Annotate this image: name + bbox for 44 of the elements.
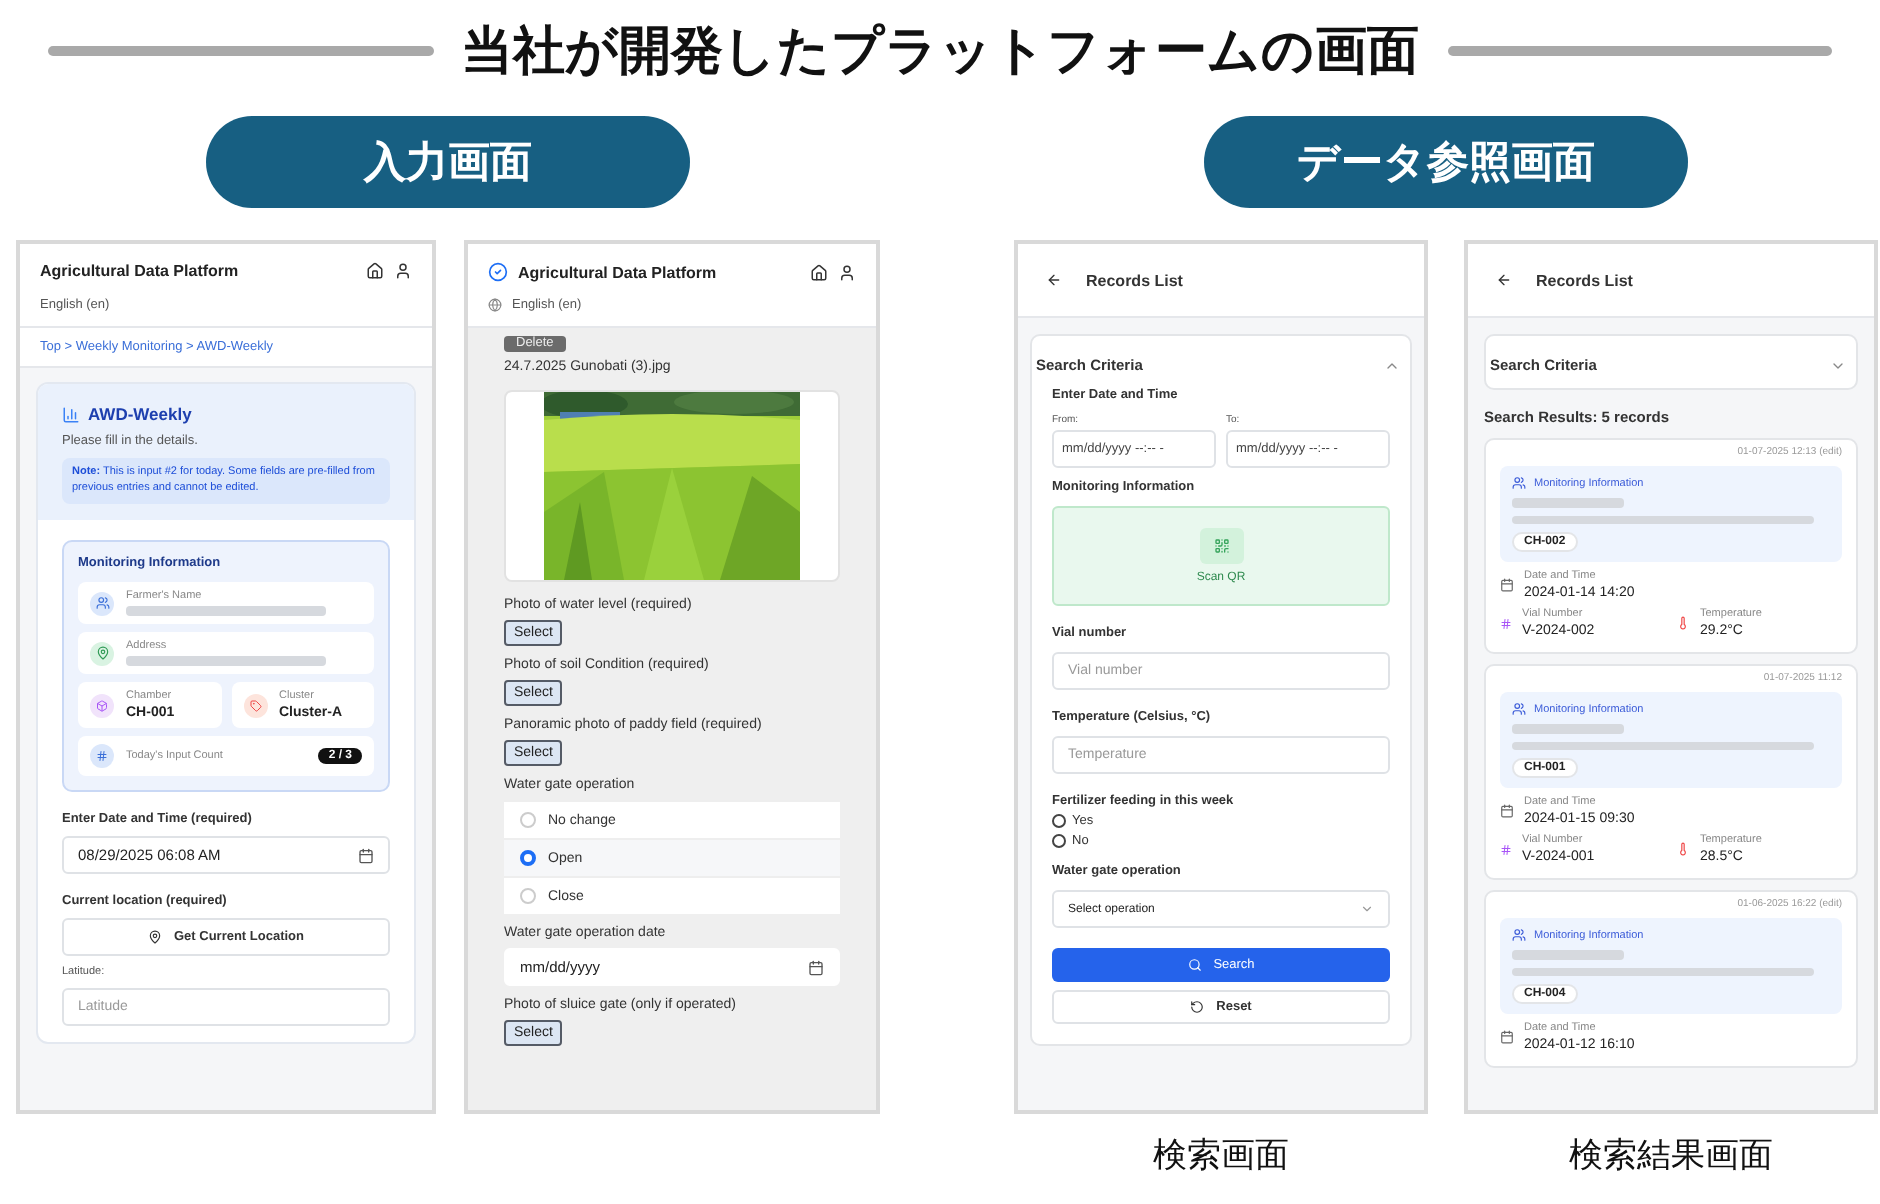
calendar-icon <box>1500 804 1514 818</box>
globe-icon <box>488 298 502 312</box>
pin-icon <box>95 646 109 661</box>
page-title: Records List <box>1536 271 1633 289</box>
blurred-text <box>1512 950 1624 960</box>
chart-icon <box>62 405 80 423</box>
section-label: データ参照画面 <box>1204 116 1688 208</box>
screen-caption: 検索画面 <box>1153 1133 1289 1177</box>
people-icon <box>1512 702 1526 716</box>
people-icon <box>95 596 109 611</box>
form-title: AWD-Weekly <box>62 404 390 424</box>
thermometer-icon <box>1676 616 1690 630</box>
back-icon <box>1046 272 1062 288</box>
app-title: Agricultural Data Platform <box>40 262 241 280</box>
section-label: 入力画面 <box>206 116 690 208</box>
calendar-icon <box>1500 1030 1514 1044</box>
hash-icon <box>1500 617 1512 629</box>
blurred-text <box>1512 498 1624 508</box>
calendar-icon <box>808 959 824 975</box>
home-icon <box>366 262 384 280</box>
reset-icon <box>1190 1000 1205 1014</box>
page-title: Records List <box>1086 271 1183 289</box>
home-icon <box>810 263 828 281</box>
app-title: Agricultural Data Platform <box>518 263 719 281</box>
calendar-icon <box>1500 578 1514 592</box>
page-title: 当社が開発したプラットフォームの画面 <box>461 17 1419 83</box>
qr-icon <box>1213 538 1229 554</box>
back-icon <box>1496 272 1512 288</box>
thermometer-icon <box>1676 842 1690 856</box>
pin-icon <box>147 930 162 945</box>
user-icon <box>394 262 412 280</box>
hash-icon <box>1500 843 1512 855</box>
hash-icon <box>96 750 108 763</box>
screen-caption: 検索結果画面 <box>1569 1133 1773 1177</box>
people-icon <box>1512 476 1526 490</box>
chevron-down-icon <box>1360 902 1374 916</box>
check-icon <box>488 262 508 282</box>
chamber-icon <box>96 699 108 712</box>
user-icon <box>838 263 856 281</box>
search-icon <box>1187 958 1202 972</box>
people-icon <box>1512 928 1526 942</box>
calendar-icon <box>358 847 374 864</box>
cluster-icon <box>249 699 261 712</box>
blurred-text <box>1512 724 1624 734</box>
